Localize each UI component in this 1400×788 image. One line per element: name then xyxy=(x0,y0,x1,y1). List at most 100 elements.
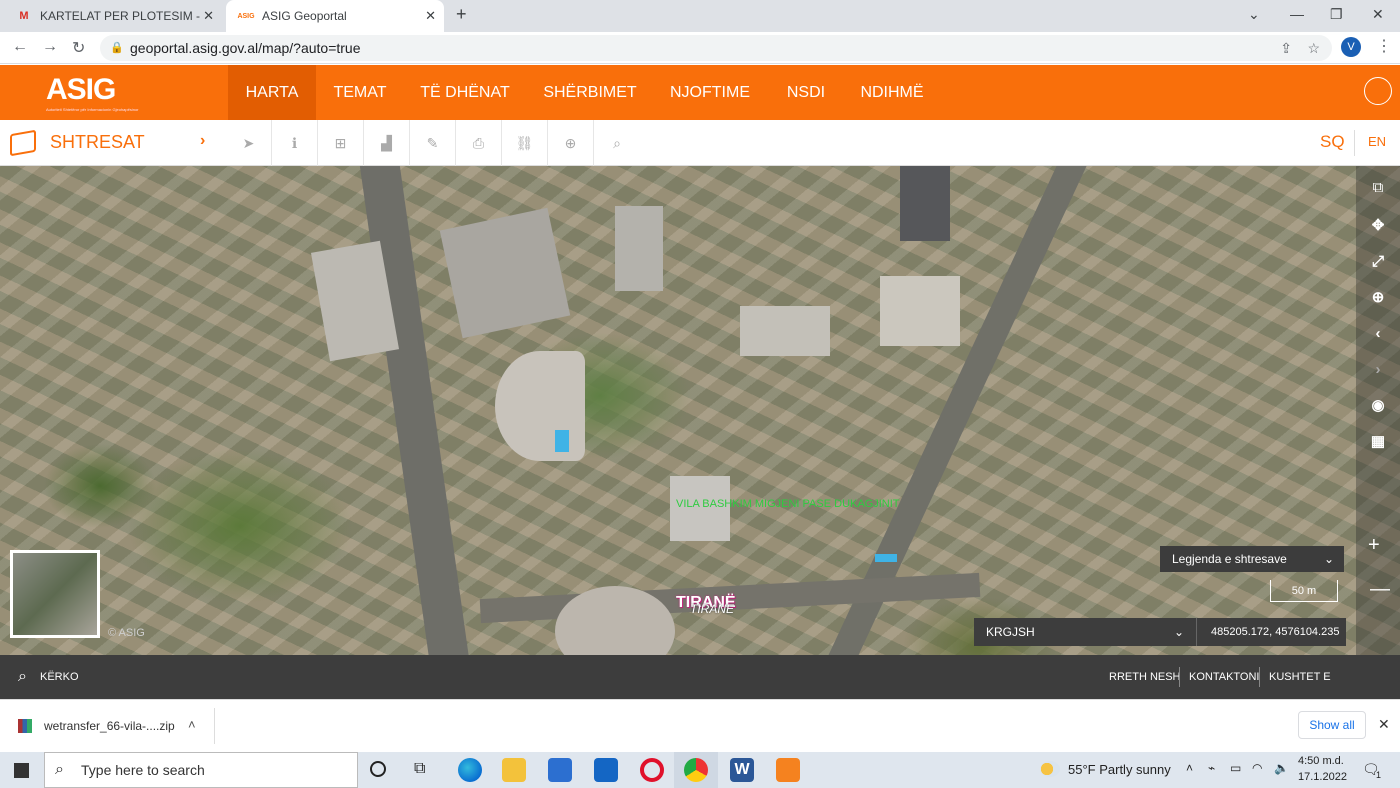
asig-logo[interactable]: ASIG Autoriteti Shtetëror për Informacio… xyxy=(46,73,139,112)
add-layer-icon[interactable]: ⊞ xyxy=(318,120,364,166)
profile-avatar[interactable]: V xyxy=(1341,37,1361,57)
forward-icon[interactable]: → xyxy=(42,38,58,56)
user-icon[interactable] xyxy=(1364,77,1392,105)
word-icon[interactable]: W xyxy=(730,758,754,782)
share-icon[interactable]: ⇪ xyxy=(1280,35,1292,61)
menu-njoftime[interactable]: NJOFTIME xyxy=(660,65,760,120)
bookmark-star-icon[interactable]: ☆ xyxy=(1307,35,1320,61)
clock-time[interactable]: 4:50 m.d. xyxy=(1298,755,1344,767)
grid-icon[interactable]: ▦ xyxy=(1368,432,1388,452)
footer-link-contact[interactable]: KONTAKTONI xyxy=(1189,655,1260,699)
tab-gmail[interactable]: M KARTELAT PER PLOTESIM - vvorfi ✕ xyxy=(4,0,222,32)
globe-icon[interactable]: ◉ xyxy=(1368,396,1388,416)
layer-legend-toggle[interactable]: Legjenda e shtresave ⌄ xyxy=(1160,546,1344,572)
search-icon[interactable]: ⌕ xyxy=(18,655,27,699)
previous-extent-icon[interactable]: ‹ xyxy=(1368,324,1388,344)
file-explorer-icon[interactable] xyxy=(502,758,526,782)
app-icon[interactable] xyxy=(776,758,800,782)
building xyxy=(495,351,585,461)
footer-search-label[interactable]: KËRKO xyxy=(40,655,79,699)
logo-text: ASIG xyxy=(46,73,116,106)
layers-label[interactable]: SHTRESAT xyxy=(50,132,145,153)
menu-temat[interactable]: TEMAT xyxy=(320,65,400,120)
close-tab-icon[interactable]: ✕ xyxy=(425,8,436,24)
menu-sherbimet[interactable]: SHËRBIMET xyxy=(530,65,650,120)
url-field[interactable]: 🔒 geoportal.asig.gov.al/map/?auto=true ⇪… xyxy=(100,35,1332,61)
basemap-icon[interactable]: ⧉ xyxy=(1368,178,1388,198)
select-pointer-icon[interactable]: ➤ xyxy=(226,120,272,166)
taskbar-search-placeholder: Type here to search xyxy=(81,762,205,778)
menu-ndihme[interactable]: NDIHMË xyxy=(848,65,936,120)
network-icon[interactable]: ⌁ xyxy=(1208,761,1215,775)
building xyxy=(439,207,571,339)
chrome-icon[interactable] xyxy=(684,758,708,782)
cortana-icon[interactable] xyxy=(370,761,386,777)
fullscreen-icon[interactable]: ⤢ xyxy=(1368,252,1388,272)
download-file-name[interactable]: wetransfer_66-vila-....zip xyxy=(44,719,175,733)
tray-chevron-icon[interactable]: ˄ xyxy=(1186,761,1193,775)
city-label-secondary: TIRANE xyxy=(690,602,735,616)
search-icon[interactable]: ⌕ xyxy=(594,120,640,166)
divider xyxy=(214,708,215,744)
battery-icon[interactable]: ▭ xyxy=(1230,761,1241,775)
edge-icon[interactable] xyxy=(458,758,482,782)
zoom-box-icon[interactable]: ⊕ xyxy=(1368,288,1388,308)
weather-text[interactable]: 55°F Partly sunny xyxy=(1068,762,1171,777)
close-downloads-icon[interactable]: ✕ xyxy=(1378,716,1390,733)
menu-te-dhenat[interactable]: TË DHËNAT xyxy=(410,65,520,120)
zip-file-icon xyxy=(18,719,32,733)
restore-icon[interactable]: ❐ xyxy=(1330,6,1343,23)
windows-start-icon[interactable] xyxy=(14,763,29,778)
opera-icon[interactable] xyxy=(640,758,664,782)
lang-en[interactable]: EN xyxy=(1368,134,1386,149)
store-icon[interactable] xyxy=(548,758,572,782)
reload-icon[interactable]: ↻ xyxy=(72,38,85,58)
menu-nsdi[interactable]: NSDI xyxy=(776,65,836,120)
add-circle-icon[interactable]: ⊕ xyxy=(548,120,594,166)
full-extent-icon[interactable]: ✥ xyxy=(1368,216,1388,236)
tab-asig-geoportal[interactable]: ASIG ASIG Geoportal ✕ xyxy=(226,0,444,32)
url-text: geoportal.asig.gov.al/map/?auto=true xyxy=(130,40,361,56)
wifi-icon[interactable]: ◠ xyxy=(1252,761,1262,775)
close-tab-icon[interactable]: ✕ xyxy=(203,8,214,24)
mail-icon[interactable] xyxy=(594,758,618,782)
show-all-button[interactable]: Show all xyxy=(1298,711,1366,739)
layers-icon[interactable] xyxy=(10,129,36,157)
edit-icon[interactable]: ✎ xyxy=(410,120,456,166)
pool xyxy=(875,554,897,562)
close-window-icon[interactable]: ✕ xyxy=(1372,6,1384,23)
crs-label: KRGJSH xyxy=(986,625,1035,639)
lang-sq[interactable]: SQ xyxy=(1320,132,1345,152)
next-extent-icon[interactable]: › xyxy=(1368,360,1388,380)
info-icon[interactable]: ℹ xyxy=(272,120,318,166)
divider xyxy=(1354,130,1355,156)
building xyxy=(900,166,950,241)
downloads-bar: wetransfer_66-vila-....zip ˄ Show all ✕ xyxy=(0,699,1400,752)
task-view-icon[interactable]: ⧉ xyxy=(414,760,425,778)
overview-minimap[interactable] xyxy=(10,550,100,638)
scale-bar: 50 m xyxy=(1270,580,1338,602)
footer-link-about[interactable]: RRETH NESH xyxy=(1109,655,1181,699)
chevron-up-icon[interactable]: ˄ xyxy=(188,717,196,732)
legend-label: Legjenda e shtresave xyxy=(1172,552,1287,566)
new-tab-icon[interactable]: + xyxy=(456,4,467,25)
tab-search-icon[interactable]: ⌄ xyxy=(1248,6,1260,23)
print-icon[interactable]: ⎙ xyxy=(456,120,502,166)
clock-date[interactable]: 17.1.2022 xyxy=(1298,771,1347,783)
taskbar-search-box[interactable]: ⌕ Type here to search xyxy=(44,752,358,788)
weather-icon[interactable] xyxy=(1040,761,1060,777)
minimap-copyright: © ASIG xyxy=(108,627,145,639)
map-canvas[interactable]: VILA BASHKIM MIGJENI PASE DUKAGJINIT TIR… xyxy=(0,166,1400,655)
crs-select[interactable]: KRGJSH ⌄ xyxy=(974,618,1196,646)
back-icon[interactable]: ← xyxy=(12,38,28,56)
volume-icon[interactable]: 🔈 xyxy=(1274,761,1289,775)
minimize-icon[interactable]: — xyxy=(1290,6,1304,22)
chart-icon[interactable]: ▟ xyxy=(364,120,410,166)
zoom-out-icon[interactable]: — xyxy=(1370,578,1390,601)
menu-harta[interactable]: HARTA xyxy=(228,65,316,120)
link-icon[interactable]: ⛓ xyxy=(502,120,548,166)
menu-kebab-icon[interactable]: ⋮ xyxy=(1376,36,1392,56)
map-toolbar: SHTRESAT › ➤ ℹ ⊞ ▟ ✎ ⎙ ⛓ ⊕ ⌕ SQ EN xyxy=(0,120,1400,166)
zoom-in-icon[interactable]: + xyxy=(1368,534,1380,557)
chevron-right-icon[interactable]: › xyxy=(200,132,205,150)
